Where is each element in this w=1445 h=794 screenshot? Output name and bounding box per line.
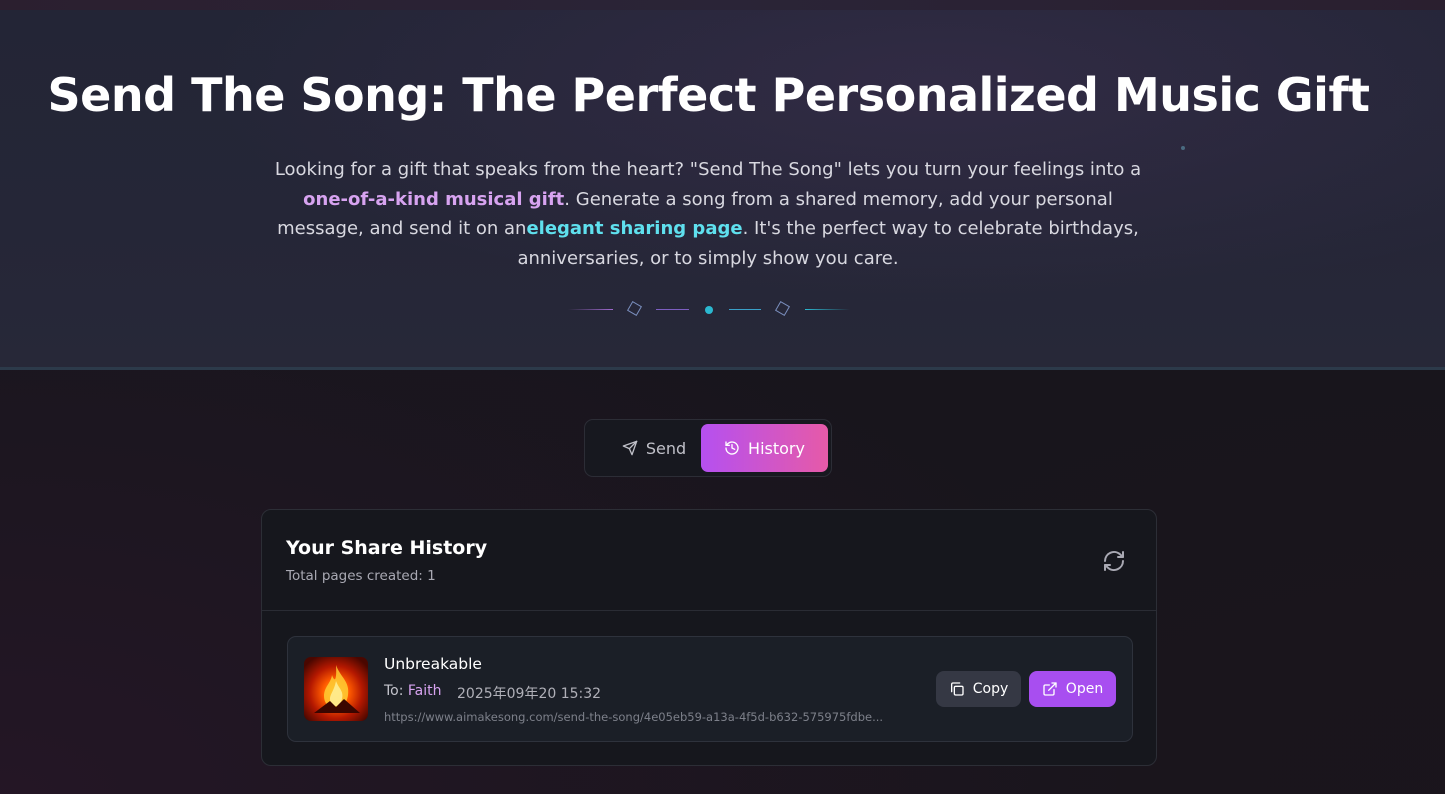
tab-history-label: History — [748, 438, 805, 458]
history-count: Total pages created: 1 — [286, 568, 436, 584]
hero-section: Send The Song: The Perfect Personalized … — [0, 10, 1445, 370]
tab-send-label: Send — [645, 438, 687, 458]
decorative-divider — [568, 300, 850, 320]
card-header: Your Share History Total pages created: … — [262, 510, 1156, 611]
song-title: Unbreakable — [384, 655, 482, 673]
page-title: Send The Song: The Perfect Personalized … — [47, 68, 1370, 122]
to-label: To: — [384, 683, 408, 699]
history-item: Unbreakable To: Faith 2025年09年20 15:32 h… — [287, 636, 1133, 742]
song-cover-image — [304, 657, 368, 721]
divider-line — [656, 309, 689, 310]
divider-line — [568, 309, 613, 310]
divider-center-dot — [705, 306, 713, 314]
copy-label: Copy — [972, 681, 1009, 697]
tab-bar: Send History — [584, 419, 832, 477]
send-icon — [622, 440, 638, 456]
share-url: https://www.aimakesong.com/send-the-song… — [384, 710, 884, 724]
recipient-line: To: Faith — [384, 683, 442, 699]
open-label: Open — [1065, 681, 1104, 697]
flame-icon — [314, 665, 360, 713]
history-icon — [725, 441, 739, 455]
diamond-icon — [626, 300, 643, 317]
hero-highlight-gift: one-of-a-kind musical gift — [303, 188, 565, 210]
diamond-icon — [774, 300, 791, 317]
refresh-icon[interactable] — [1102, 549, 1126, 573]
copy-icon — [950, 682, 964, 696]
recipient-name: Faith — [407, 683, 442, 699]
share-history-card: Your Share History Total pages created: … — [261, 509, 1157, 766]
hero-description: Looking for a gift that speaks from the … — [258, 155, 1158, 273]
page: Send The Song: The Perfect Personalized … — [0, 0, 1445, 794]
copy-button[interactable]: Copy — [936, 671, 1021, 707]
divider-line — [729, 309, 761, 310]
decorative-dot — [1181, 146, 1185, 150]
history-title: Your Share History — [286, 537, 488, 559]
hero-desc-text-1: Looking for a gift that speaks from the … — [274, 159, 1142, 180]
tab-history[interactable]: History — [701, 424, 828, 472]
created-date: 2025年09年20 15:32 — [457, 686, 602, 702]
hero-highlight-sharing: elegant sharing page — [526, 218, 743, 239]
external-link-icon — [1043, 682, 1057, 696]
tab-send[interactable]: Send — [601, 424, 707, 472]
top-strip — [0, 0, 1445, 10]
divider-line — [805, 309, 850, 310]
open-button[interactable]: Open — [1029, 671, 1116, 707]
